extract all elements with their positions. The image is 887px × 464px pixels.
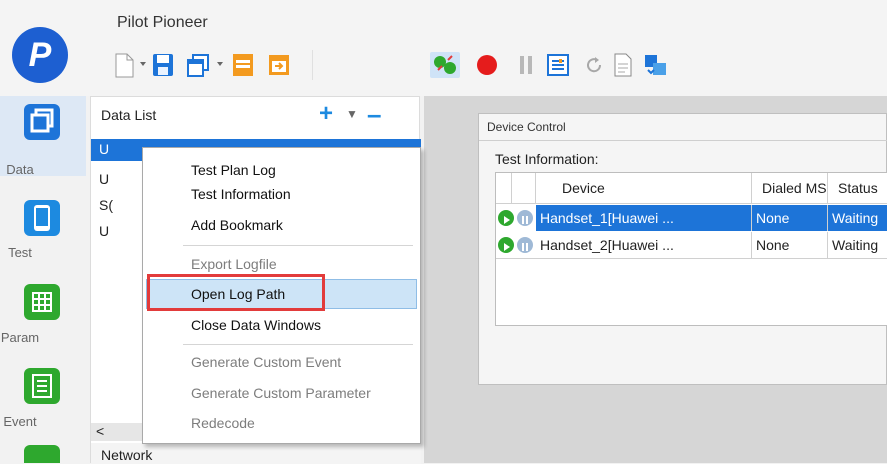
map-icon <box>24 445 60 463</box>
menu-item-close-data-windows[interactable]: Close Data Windows <box>191 317 321 333</box>
menu-separator <box>183 245 413 246</box>
device-control-title: Device Control <box>487 120 566 134</box>
pause-icon[interactable] <box>517 237 533 253</box>
pause-icon[interactable] <box>517 210 533 226</box>
menu-item-generate-custom-event[interactable]: Generate Custom Event <box>191 354 341 370</box>
app-title: Pilot Pioneer <box>117 14 208 31</box>
list-item[interactable]: S( <box>99 197 113 213</box>
toolbar-divider <box>312 50 313 80</box>
play-icon[interactable] <box>498 210 514 226</box>
test-icon <box>24 200 60 236</box>
menu-item-add-bookmark[interactable]: Add Bookmark <box>191 217 283 233</box>
nav-label: Test <box>8 245 32 260</box>
export-folder-icon[interactable] <box>266 52 292 78</box>
save-icon[interactable] <box>151 52 175 78</box>
menu-item-test-plan-log[interactable]: Test Plan Log <box>191 162 276 178</box>
event-icon <box>24 368 60 404</box>
menu-separator <box>183 344 413 345</box>
pause-icon[interactable] <box>516 52 536 78</box>
test-information-label: Test Information: <box>495 151 599 167</box>
column-header <box>496 173 512 204</box>
column-header-dialed-ms[interactable]: Dialed MS <box>752 173 828 204</box>
open-folder-icon[interactable] <box>230 52 256 78</box>
nav-item-param[interactable]: Param <box>0 276 86 356</box>
title-divider <box>479 140 887 141</box>
data-icon <box>24 104 60 140</box>
highlight-annotation-box <box>147 274 325 311</box>
nav-label: Data <box>6 162 34 177</box>
report-icon[interactable] <box>612 52 634 78</box>
list-item[interactable]: U <box>99 141 109 157</box>
device-control-window: Device Control Test Information: Device … <box>478 113 887 385</box>
table-row[interactable]: Handset_2[Huawei ... None Waiting <box>496 232 887 259</box>
chevron-down-icon[interactable] <box>140 62 146 66</box>
param-icon <box>24 284 60 320</box>
table-row[interactable]: Handset_1[Huawei ... None Waiting <box>496 205 887 231</box>
device-cell[interactable]: Handset_2[Huawei ... <box>536 232 752 258</box>
remove-icon[interactable]: – <box>367 99 381 130</box>
play-icon[interactable] <box>498 237 514 253</box>
list-settings-icon[interactable] <box>545 52 571 78</box>
menu-item-redecode[interactable]: Redecode <box>191 415 255 431</box>
menu-item-export-logfile[interactable]: Export Logfile <box>191 256 277 272</box>
status-cell[interactable]: Waiting <box>828 205 887 231</box>
refresh-icon[interactable] <box>582 52 606 78</box>
copy-window-icon[interactable] <box>186 52 210 78</box>
column-header <box>512 173 536 204</box>
add-icon[interactable]: + <box>319 100 333 128</box>
data-list-title: Data List <box>101 107 157 123</box>
nav-label: Param <box>0 330 40 345</box>
list-item[interactable]: U <box>99 171 109 187</box>
transfer-icon[interactable] <box>642 52 670 78</box>
new-file-icon[interactable] <box>113 52 135 78</box>
nav-label: Event <box>3 414 37 429</box>
list-item[interactable]: U <box>99 223 109 239</box>
device-table: Device Dialed MS Status Handset_1[Huawei… <box>495 172 887 326</box>
chevron-down-icon[interactable] <box>217 62 223 66</box>
network-label: Network <box>101 447 153 463</box>
column-header-device[interactable]: Device <box>536 173 752 204</box>
record-icon[interactable] <box>474 52 500 78</box>
device-cell[interactable]: Handset_1[Huawei ... <box>536 205 752 231</box>
dialed-ms-cell[interactable]: None <box>752 232 828 258</box>
chevron-down-icon[interactable]: ▼ <box>346 107 358 121</box>
nav-item-more[interactable] <box>0 440 86 463</box>
connect-devices-icon[interactable] <box>430 52 460 78</box>
dialed-ms-cell[interactable]: None <box>752 205 828 231</box>
nav-item-test[interactable]: Test <box>0 192 86 272</box>
left-navigation: Data Test Param Event <box>0 96 86 463</box>
scroll-left-arrow[interactable]: < <box>96 423 104 439</box>
nav-item-event[interactable]: Event <box>0 360 86 440</box>
app-logo: P <box>12 27 68 83</box>
menu-item-generate-custom-parameter[interactable]: Generate Custom Parameter <box>191 385 371 401</box>
status-cell[interactable]: Waiting <box>828 232 887 258</box>
network-panel-header[interactable]: Network <box>91 443 421 464</box>
menu-item-test-information[interactable]: Test Information <box>191 186 291 202</box>
nav-item-data[interactable]: Data <box>0 96 86 177</box>
column-header-status[interactable]: Status <box>828 173 887 204</box>
